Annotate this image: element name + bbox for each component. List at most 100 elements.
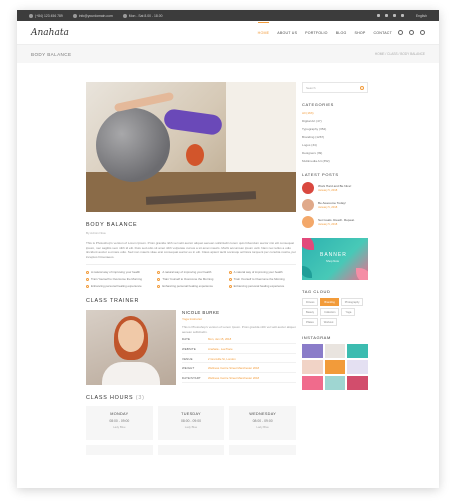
twitter-icon[interactable] <box>384 14 388 17</box>
article-text: This is Photoshop's version of Lorem Ips… <box>86 241 296 259</box>
trainer-name: NICOLE BURKE <box>182 310 220 316</box>
topbar: (+84) 123 456 789 info@yourdomain.com Mo… <box>17 10 439 21</box>
category-link[interactable]: All (163) <box>302 111 368 115</box>
check-icon <box>86 284 89 288</box>
trainer-info: NICOLE BURKE Yoga Instructor This is Pho… <box>182 310 296 385</box>
trainer-card: NICOLE BURKE Yoga Instructor This is Pho… <box>86 310 296 386</box>
cart-icon[interactable] <box>398 30 403 35</box>
exercise-ball-image <box>96 108 170 182</box>
trainer-heading: CLASS TRAINER <box>86 298 140 305</box>
search-input[interactable]: Search <box>302 82 368 93</box>
topbar-phone: (+84) 123 456 789 <box>29 13 63 18</box>
category-link[interactable]: Typography (352) <box>302 127 368 131</box>
nav-about[interactable]: ABOUT US <box>277 31 297 35</box>
article-meta: By Admin Nisa <box>86 231 106 235</box>
promo-banner[interactable]: BANNER Shop Now <box>302 238 368 280</box>
main-nav: HOME ABOUT US PORTFOLIO BLOG SHOP CONTAC… <box>250 21 425 35</box>
trainer-row: VENUE 2 Grenville St, London <box>182 357 296 364</box>
breadcrumb[interactable]: HOME / CLASS / BODY BALANCE <box>375 52 425 56</box>
feature-item: Train Yourself to Overcome the Morning <box>228 277 296 281</box>
feature-item: Enhancing personal healing experience <box>86 284 153 288</box>
feature-item: Train Yourself to Overcome the Morning <box>157 277 224 281</box>
browser-frame: (+84) 123 456 789 info@yourdomain.com Mo… <box>17 10 439 488</box>
instagram-photo[interactable] <box>302 344 323 358</box>
tag[interactable]: Beauty <box>302 308 319 316</box>
post-thumbnail[interactable] <box>302 216 314 228</box>
tag[interactable]: Workout <box>319 318 338 326</box>
trainer-row: DATE/START Wellness Centre Street Manches… <box>182 376 296 383</box>
mail-icon <box>72 13 77 18</box>
category-link[interactable]: Branding (1267) <box>302 135 368 139</box>
nav-portfolio[interactable]: PORTFOLIO <box>305 31 328 35</box>
tag[interactable]: Photography <box>340 298 364 306</box>
post-thumbnail[interactable] <box>302 199 314 211</box>
check-icon <box>228 284 232 288</box>
category-link[interactable]: Designers (39) <box>302 151 368 155</box>
feature-item: Train Yourself to Overcome the Morning <box>86 277 153 281</box>
nav-contact[interactable]: CONTACT <box>373 31 392 35</box>
site-header: Anahata HOME ABOUT US PORTFOLIO BLOG SHO… <box>17 21 439 45</box>
feature-item: Enhancing personal healing experience <box>228 284 296 288</box>
check-icon <box>157 277 161 281</box>
category-link[interactable]: Logos (34) <box>302 143 368 147</box>
nav-home[interactable]: HOME <box>257 21 270 35</box>
check-icon <box>228 277 232 281</box>
tag[interactable]: Fitness <box>302 298 319 306</box>
tag[interactable]: Pilates <box>302 318 318 326</box>
menu-icon[interactable] <box>420 30 425 35</box>
latest-post[interactable]: Set Goals. Reach. Repeat. January 5, 2018 <box>302 216 368 228</box>
facebook-icon[interactable] <box>376 14 380 17</box>
page-title: BODY BALANCE <box>31 51 72 57</box>
instagram-photo[interactable] <box>347 344 368 358</box>
article-title: BODY BALANCE <box>86 222 138 228</box>
instagram-photo[interactable] <box>324 376 346 390</box>
instagram-photo[interactable] <box>324 344 346 358</box>
youtube-icon[interactable] <box>400 14 404 17</box>
nav-shop[interactable]: SHOP <box>354 31 365 35</box>
instagram-photo[interactable] <box>347 376 368 390</box>
latest-post[interactable]: Be Awesome Today! January 5, 2018 <box>302 199 368 211</box>
feature-item: Enhancing personal healing experience <box>157 284 224 288</box>
topbar-hours: Mon - Sat 8.00 - 18.00 <box>122 13 163 18</box>
search-icon[interactable] <box>409 30 414 35</box>
search-icon[interactable] <box>360 85 364 90</box>
post-thumbnail[interactable] <box>302 182 314 194</box>
check-icon <box>86 270 89 274</box>
feature-item: A natural way of improving your health <box>228 270 296 274</box>
category-link[interactable]: Multimedia Art (352) <box>302 159 368 163</box>
instagram-photo[interactable] <box>324 360 346 374</box>
clock-icon <box>122 13 127 18</box>
hours-grid: MONDAY 08:00 - 09:00 Lady Blue TUESDAY 0… <box>86 406 296 441</box>
hours-card <box>229 445 296 456</box>
category-link[interactable]: Digital Art (47) <box>302 119 368 123</box>
tag-cloud: Fitness Branding Photography Beauty Coll… <box>302 298 368 326</box>
trainer-desc: This is Photoshop's version of Lorem Ips… <box>182 325 296 334</box>
instagram-icon[interactable] <box>392 14 396 17</box>
hours-card: WEDNESDAY 08:00 - 09:00 Lady Blue <box>229 406 296 441</box>
instagram-photo[interactable] <box>347 360 368 374</box>
language-select[interactable]: English <box>416 14 427 18</box>
instagram-title: INSTAGRAM <box>302 335 331 340</box>
trainer-photo <box>86 310 176 386</box>
latest-post[interactable]: Work Hard and Be Nice! January 5, 2018 <box>302 182 368 194</box>
categories-title: CATEGORIES <box>302 102 334 107</box>
trainer-row: WEIGHT Wellness Centre Street Manchester … <box>182 366 296 373</box>
hours-card: MONDAY 08:00 - 09:00 Lady Blue <box>86 406 153 441</box>
feature-item: A natural way of improving your health <box>86 270 153 274</box>
phone-icon <box>29 13 33 18</box>
tag[interactable]: Branding <box>320 298 339 306</box>
main-content: BODY BALANCE By Admin Nisa This is Photo… <box>86 82 296 456</box>
check-icon <box>86 277 89 281</box>
nav-blog[interactable]: BLOG <box>336 31 347 35</box>
hours-grid-next <box>86 445 296 456</box>
page-title-bar: BODY BALANCE HOME / CLASS / BODY BALANCE <box>17 45 439 63</box>
topbar-email[interactable]: info@yourdomain.com <box>72 13 113 18</box>
tag[interactable]: Yoga <box>341 308 356 316</box>
instagram-photo[interactable] <box>302 360 323 374</box>
instagram-photo[interactable] <box>302 376 323 390</box>
tag[interactable]: Collection <box>320 308 340 316</box>
logo[interactable]: Anahata <box>31 28 69 38</box>
check-icon <box>157 270 161 274</box>
feature-item: A natural way of improving your health <box>157 270 224 274</box>
hero-image <box>86 82 296 212</box>
